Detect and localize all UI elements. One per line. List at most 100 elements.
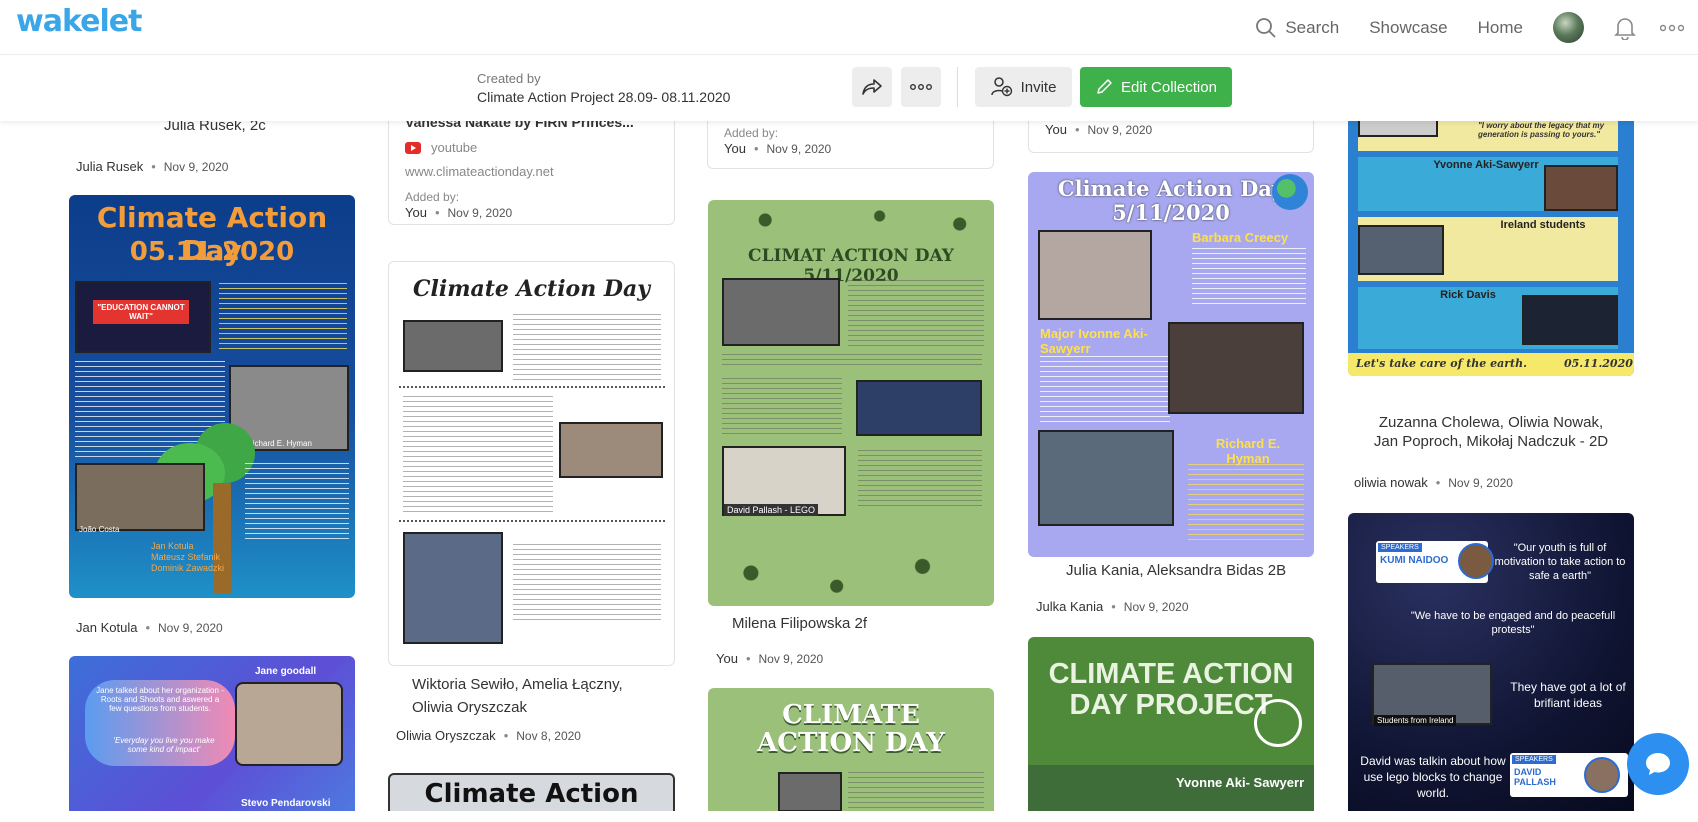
card-image-climate-action-day[interactable]: Climate Action Day 05.11.2020 "EDUCATION…: [69, 195, 355, 598]
text-block: [513, 314, 661, 380]
screenshot-photo: [856, 380, 982, 436]
author-name[interactable]: Julka Kania: [1036, 599, 1103, 614]
home-link[interactable]: Home: [1478, 18, 1523, 38]
post-date: Nov 9, 2020: [758, 651, 824, 666]
author-name[interactable]: oliwia nowak: [1354, 475, 1428, 490]
screenshot-photo: [75, 463, 205, 531]
text-block: [219, 283, 347, 353]
chat-icon: [1646, 753, 1670, 775]
link-card[interactable]: Added by: You • Nov 9, 2020: [707, 121, 994, 169]
card-caption: Milena Filipowska 2f: [732, 615, 868, 632]
screenshot-photo: [1358, 225, 1444, 275]
link-title[interactable]: Vanessa Nakate by FIRN Princes...: [405, 121, 665, 130]
author-name[interactable]: Jan Kotula: [76, 620, 137, 635]
invite-button[interactable]: Invite: [975, 67, 1072, 107]
screenshot-photo: [1358, 121, 1438, 137]
screenshot-photo: [1038, 430, 1174, 526]
collection-more-button[interactable]: [901, 67, 941, 107]
person-label: João Costa: [79, 525, 120, 534]
image-title: Climate Action Day: [1057, 176, 1285, 201]
search-link[interactable]: Search: [1255, 17, 1339, 39]
screenshot-photo: [1544, 165, 1618, 211]
avatar[interactable]: [1553, 12, 1584, 43]
card-image-climate-action[interactable]: Climate Action: [388, 773, 675, 811]
card-caption: Wiktoria Sewiło, Amelia Łączny, Oliwia O…: [412, 673, 623, 719]
text-block: [848, 772, 984, 811]
invite-label: Invite: [1020, 78, 1057, 96]
leaf-logo-icon: [1254, 699, 1302, 747]
more-options-icon[interactable]: [1660, 24, 1684, 32]
person-label: Ireland students: [1500, 219, 1586, 231]
card-author-row: Julka Kania • Nov 9, 2020: [1036, 599, 1189, 614]
post-date: Nov 8, 2020: [516, 728, 581, 743]
screenshot-photo: [235, 682, 343, 766]
person-label: David Pallash - LEGO: [724, 504, 819, 516]
caption-line: Oliwia Oryszczak: [412, 699, 528, 716]
link-card[interactable]: You • Nov 9, 2020: [1028, 121, 1314, 153]
bottom-strip: [0, 811, 1698, 822]
author-name[interactable]: Julia Rusek: [76, 159, 143, 174]
post-date: Nov 9, 2020: [766, 141, 832, 156]
pencil-icon: [1097, 79, 1112, 94]
card-image-jane-goodall[interactable]: Jane talked about her organization - Roo…: [69, 656, 355, 811]
screenshot-photo: [403, 320, 503, 372]
link-url[interactable]: www.climateactionday.net: [405, 164, 554, 179]
bell-icon[interactable]: [1614, 16, 1636, 40]
image-title: CLIMATE: [782, 700, 920, 730]
top-navbar: wakelet Search Showcase Home: [0, 0, 1698, 55]
author-name[interactable]: You: [1045, 122, 1067, 137]
wakelet-logo[interactable]: wakelet: [16, 4, 142, 39]
card-author-row: oliwia nowak • Nov 9, 2020: [1354, 475, 1513, 490]
speaker-photo: [1458, 543, 1494, 579]
image-footer-date: 05.11.2020: [1564, 357, 1633, 370]
text-block: [1192, 248, 1306, 308]
card-image-climat-action-day[interactable]: CLIMAT ACTION DAY 5/11/2020 David Pallas…: [708, 200, 994, 606]
link-card[interactable]: Vanessa Nakate by FIRN Princes... youtub…: [388, 121, 675, 225]
author-name[interactable]: Oliwia Oryszczak: [396, 728, 496, 743]
card-image-climate-action-day-purple[interactable]: Climate Action Day 5/11/2020 Barbara Cre…: [1028, 172, 1314, 557]
screenshot-photo: [778, 772, 842, 811]
card-caption: Zuzanna Cholewa, Oliwia Nowak, Jan Popro…: [1348, 413, 1634, 451]
text-block: [1188, 464, 1304, 540]
card-author-row: Oliwia Oryszczak • Nov 8, 2020: [396, 728, 581, 743]
added-by-label: Added by:: [405, 190, 460, 204]
card-image-climate-action-day-project[interactable]: CLIMATE ACTION DAY PROJECT Yvonne Aki- S…: [1028, 637, 1314, 811]
more-options-icon: [910, 84, 932, 90]
speakers-label: SPEAKERS: [1512, 755, 1556, 764]
card-image-collage-blue[interactable]: "I worry about the legacy that my genera…: [1348, 121, 1634, 376]
edit-collection-button[interactable]: Edit Collection: [1080, 67, 1232, 107]
card-author-row: Julia Rusek • Nov 9, 2020: [76, 159, 229, 174]
added-by-label: Added by:: [724, 126, 779, 140]
screenshot-photo: [403, 532, 503, 644]
author-name[interactable]: You: [405, 205, 427, 220]
person-label: KUMI NAIDOO: [1380, 555, 1449, 566]
post-date: Nov 9, 2020: [447, 205, 513, 220]
card-image-climate-action-day-article[interactable]: Climate Action Day: [388, 261, 675, 666]
image-text: Jane talked about her organization - Roo…: [96, 686, 224, 713]
collection-grid: Julia Rusek, 2c Julia Rusek • Nov 9, 2020 …: [0, 121, 1698, 811]
caption-line: Jan Poproch, Mikołaj Nadczuk - 2D: [1373, 433, 1609, 450]
text-block: [403, 396, 553, 512]
image-quote: "I worry about the legacy that my genera…: [1478, 121, 1605, 139]
post-date: Nov 9, 2020: [1448, 475, 1513, 490]
text-block: [848, 280, 984, 346]
card-caption: Julia Kania, Aleksandra Bidas 2B: [1066, 562, 1287, 579]
chat-button[interactable]: [1627, 733, 1689, 795]
image-quote: "We have to be engaged and do peacefull …: [1410, 610, 1616, 636]
card-image-speakers-space[interactable]: SPEAKERS KUMI NAIDOO "Our youth is full …: [1348, 513, 1634, 811]
card-image-climate-action-day-green[interactable]: CLIMATE ACTION DAY: [708, 688, 994, 811]
speaker-photo: [1584, 757, 1620, 793]
card-caption: Julia Rusek, 2c: [164, 121, 266, 134]
screenshot-photo: [1522, 295, 1618, 345]
link-source: youtube: [431, 140, 478, 155]
showcase-link[interactable]: Showcase: [1369, 18, 1447, 38]
text-block: [513, 544, 661, 620]
post-date: Nov 9, 2020: [163, 159, 229, 174]
person-label: DAVID PALLASH: [1514, 767, 1556, 787]
post-date: Nov 9, 2020: [1123, 599, 1189, 614]
add-user-icon: [990, 77, 1012, 97]
author-name[interactable]: You: [724, 141, 746, 156]
share-button[interactable]: [852, 67, 892, 107]
caption-line: Wiktoria Sewiło, Amelia Łączny,: [412, 676, 623, 693]
author-name[interactable]: You: [716, 651, 738, 666]
